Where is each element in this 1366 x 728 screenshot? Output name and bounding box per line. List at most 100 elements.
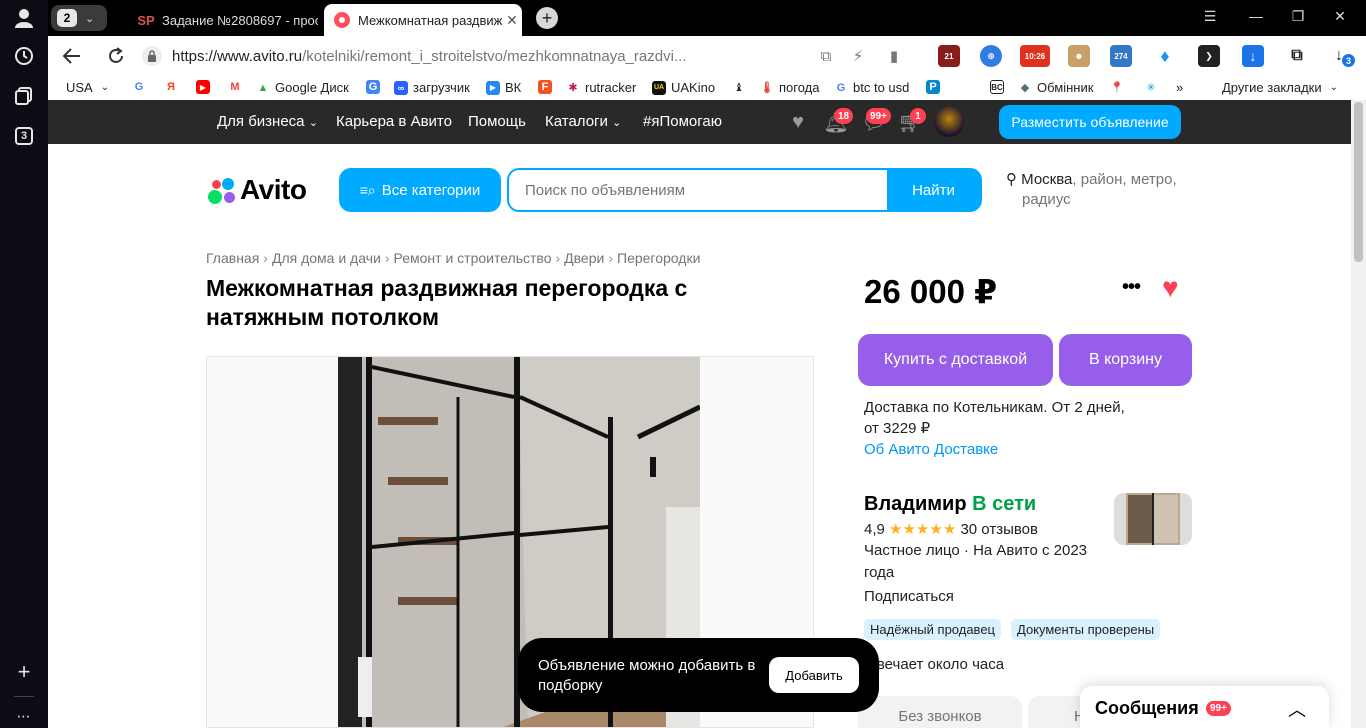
post-ad-button[interactable]: Разместить объявление [999, 105, 1181, 139]
delivery-link[interactable]: Об Авито Доставке [864, 439, 1164, 460]
bookmark-chess[interactable]: ♝ [732, 80, 751, 94]
lock-icon[interactable] [142, 46, 162, 66]
seller-avatar[interactable] [1114, 493, 1192, 545]
bookmark-youtube[interactable]: ▶ [196, 80, 215, 94]
extension-face-icon[interactable]: ☻ [1068, 45, 1090, 67]
avito-logo[interactable]: Avito [206, 174, 307, 206]
bookmark-gmail[interactable]: M [228, 80, 247, 94]
bookmarks-overflow[interactable]: » [1176, 80, 1183, 95]
profile-icon[interactable] [12, 6, 36, 30]
menu-icon[interactable]: ☰ [1198, 8, 1222, 25]
reload-icon[interactable] [104, 44, 128, 68]
back-icon[interactable] [60, 44, 84, 68]
bookmark-rutracker[interactable]: ✱ rutracker [566, 80, 636, 95]
seller-info: Частное лицо · На Авито с 2023 года [864, 542, 1088, 581]
scrollbar-thumb[interactable] [1354, 102, 1363, 262]
breadcrumb-item[interactable]: Главная [206, 250, 259, 266]
tab-count-icon[interactable]: 3 [12, 124, 36, 148]
location-selector[interactable]: ⚲ Москва, район, метро, радиус [1006, 170, 1196, 210]
find-button[interactable]: Найти [887, 170, 980, 210]
bookmark-bc[interactable]: BC [990, 80, 1009, 94]
add-panel-icon[interactable]: + [12, 659, 36, 684]
messenger-widget[interactable]: Сообщения 99+ ︿ [1080, 686, 1329, 728]
bookmark-weather[interactable]: 🌡 погода [760, 80, 820, 95]
user-avatar[interactable] [934, 107, 964, 137]
seller-reviews[interactable]: 30 отзывов [960, 521, 1038, 538]
bookmark-asterisk[interactable]: ✳ [1144, 80, 1163, 94]
nav-catalogs[interactable]: Каталоги ⌄ [545, 113, 621, 130]
tab-task[interactable]: SP Задание №2808697 - прос [128, 4, 318, 36]
documents-verified-badge: Документы проверены [1011, 619, 1161, 640]
bookmark-loader[interactable]: ∞ загрузчик [394, 80, 470, 95]
breadcrumb-item[interactable]: Двери [564, 250, 604, 266]
history-icon[interactable] [12, 44, 36, 68]
bookmark-btc[interactable]: Gbtc to usd [834, 80, 910, 95]
extension-calendar-icon[interactable]: 274 [1110, 45, 1132, 67]
copy-icon[interactable]: ⧉ [814, 44, 838, 68]
messages-badge: 99+ [866, 108, 891, 124]
breadcrumb-item[interactable]: Перегородки [617, 250, 700, 266]
bookmark-exchange[interactable]: ◆ Обмінник [1018, 80, 1094, 95]
tab-title: Межкомнатная раздвиж [358, 12, 502, 28]
buy-with-delivery-button[interactable]: Купить с доставкой [858, 334, 1053, 386]
toast-add-button[interactable]: Добавить [769, 657, 859, 693]
protect-icon[interactable]: ⚡ [846, 44, 870, 68]
bookmark-usa[interactable]: USA ⌄ [66, 80, 109, 95]
page-scrollbar[interactable] [1351, 100, 1366, 728]
bookmark-vk[interactable]: ▶ ВК [486, 80, 521, 95]
extension-download-icon[interactable]: ↓ [1242, 45, 1264, 67]
extension-diamond-icon[interactable]: ♦ [1154, 45, 1176, 67]
chevron-right-icon: › [608, 250, 613, 266]
bookmark-yandex[interactable]: Я [164, 80, 183, 94]
favorites-heart-icon[interactable]: ♥ [786, 111, 810, 133]
p-icon: P [926, 80, 940, 94]
extension-puzzle-icon[interactable]: ⧉ [1286, 45, 1308, 67]
bookmark-maps[interactable]: 📍 [1110, 80, 1129, 94]
more-icon[interactable]: ⋯ [12, 704, 36, 728]
no-calls-button[interactable]: Без звонков [858, 696, 1022, 728]
bookmark-label: погода [779, 80, 820, 95]
extension-clock-icon[interactable]: 10:26 [1020, 45, 1050, 67]
bookmark-f[interactable]: F [538, 80, 557, 94]
favorite-heart-icon[interactable]: ♥ [1162, 272, 1179, 304]
bookmark-icon[interactable]: ▮ [882, 44, 906, 68]
nav-help[interactable]: Помощь [468, 113, 526, 130]
nav-ihelp[interactable]: #яПомогаю [643, 113, 722, 130]
delivery-line: Доставка по Котельникам. От 2 дней, [864, 399, 1125, 416]
close-window-icon[interactable]: ✕ [1328, 8, 1352, 25]
add-to-collection-toast: Объявление можно добавить в подборку Доб… [518, 638, 879, 712]
chevron-up-icon[interactable]: ︿ [1288, 696, 1306, 722]
minimize-icon[interactable]: — [1244, 8, 1268, 24]
tab-avito[interactable]: Межкомнатная раздвиж ✕ [324, 4, 522, 36]
bookmark-uakino[interactable]: UA UAKino [652, 80, 715, 95]
all-categories-button[interactable]: ≡⌕ Все категории [339, 168, 501, 212]
bc-icon: BC [990, 80, 1004, 94]
collections-icon[interactable] [12, 84, 36, 108]
add-to-cart-button[interactable]: В корзину [1059, 334, 1192, 386]
bookmark-translate[interactable]: G [366, 80, 385, 94]
url-path: /kotelniki/remont_i_stroitelstvo/mezhkom… [302, 47, 687, 65]
close-tab-icon[interactable]: ✕ [502, 12, 522, 29]
other-bookmarks[interactable]: Другие закладки ⌄ [1222, 80, 1338, 95]
bookmark-p[interactable]: P [926, 80, 945, 94]
breadcrumb-item[interactable]: Ремонт и строительство [394, 250, 552, 266]
breadcrumb-item[interactable]: Для дома и дачи [272, 250, 381, 266]
nav-career[interactable]: Карьера в Авито [336, 113, 452, 130]
extension-21-icon[interactable]: 21 [938, 45, 960, 67]
seller-name[interactable]: Владимир [864, 493, 967, 515]
more-options-icon[interactable]: ••• [1122, 276, 1141, 299]
nav-business[interactable]: Для бизнеса ⌄ [217, 113, 318, 130]
new-tab-icon[interactable]: + [536, 7, 558, 29]
tab-group-button[interactable]: 2 ⌄ [51, 5, 107, 31]
search-input[interactable] [509, 170, 887, 210]
message-button[interactable]: Н [1028, 696, 1088, 728]
bookmark-google-drive[interactable]: ▲ Google Диск [256, 80, 349, 95]
extension-globe-icon[interactable]: ⊕ [980, 45, 1002, 67]
bookmark-google[interactable]: G [132, 80, 151, 94]
extension-arrow-icon[interactable]: ❯ [1198, 45, 1220, 67]
breadcrumb: Главная › Для дома и дачи › Ремонт и строите… [206, 250, 700, 266]
restore-icon[interactable]: ❐ [1286, 8, 1310, 25]
subscribe-link[interactable]: Подписаться [864, 586, 1114, 608]
address-bar[interactable]: https://www.avito.ru/kotelniki/remont_i_… [142, 41, 742, 71]
delivery-info: Доставка по Котельникам. От 2 дней, от 3… [864, 397, 1164, 460]
